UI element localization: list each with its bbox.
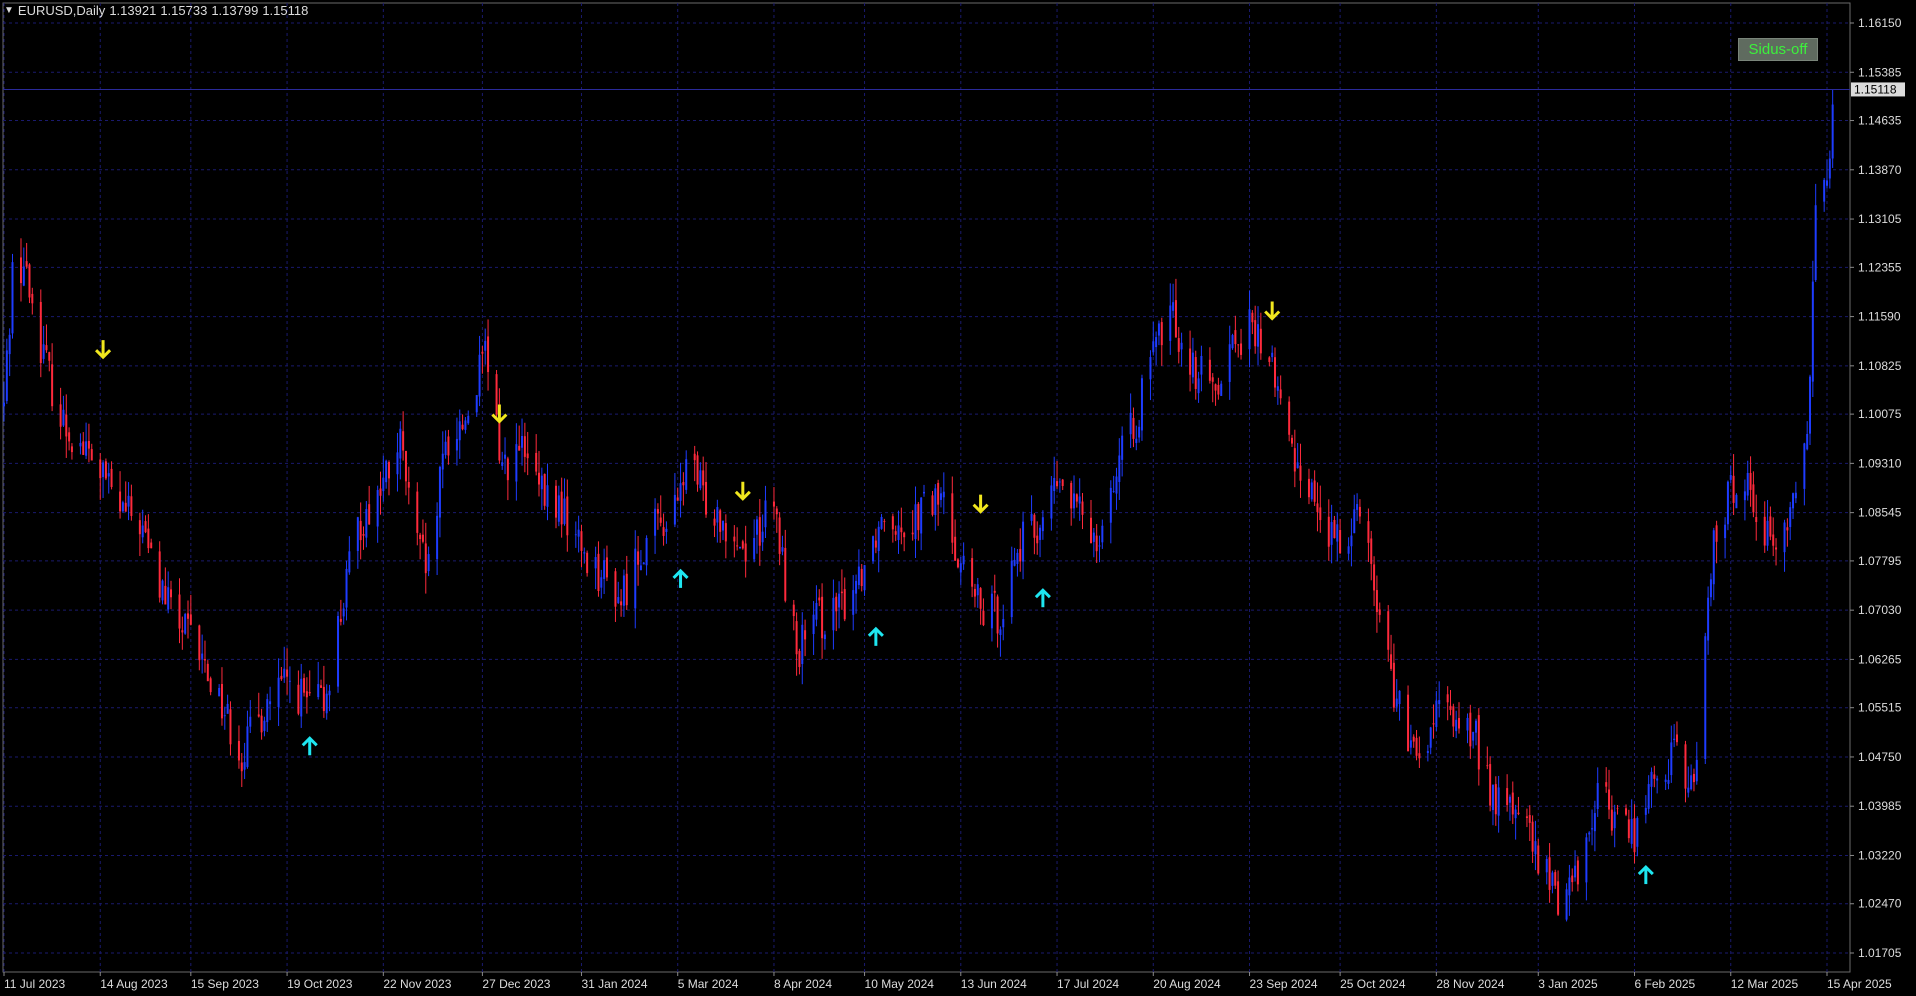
ohlc-open: 1.13921 <box>109 3 157 18</box>
x-tick-label: 23 Sep 2024 <box>1250 977 1318 991</box>
x-tick-label: 20 Aug 2024 <box>1153 977 1221 991</box>
x-tick-label: 6 Feb 2025 <box>1635 977 1696 991</box>
current-price-label: 1.15118 <box>1854 82 1897 96</box>
x-tick-label: 5 Mar 2024 <box>678 977 739 991</box>
x-tick-label: 15 Sep 2023 <box>191 977 259 991</box>
y-tick-label: 1.10075 <box>1858 407 1902 421</box>
x-tick-label: 19 Oct 2023 <box>287 977 353 991</box>
y-tick-label: 1.08545 <box>1858 506 1902 520</box>
sidus-toggle-button[interactable]: Sidus-off <box>1738 38 1818 61</box>
x-tick-label: 13 Jun 2024 <box>961 977 1027 991</box>
x-tick-label: 8 Apr 2024 <box>774 977 832 991</box>
collapse-triangle-icon[interactable]: ▼ <box>4 5 14 16</box>
chart-title-bar: ▼ EURUSD,Daily 1.13921 1.15733 1.13799 1… <box>4 3 308 18</box>
y-tick-label: 1.03220 <box>1858 848 1902 862</box>
y-tick-label: 1.12355 <box>1858 260 1902 274</box>
y-tick-label: 1.02470 <box>1858 897 1902 911</box>
ohlc-high: 1.15733 <box>160 3 208 18</box>
y-tick-label: 1.03985 <box>1858 799 1902 813</box>
y-tick-label: 1.16150 <box>1858 16 1902 30</box>
x-tick-label: 28 Nov 2024 <box>1436 977 1504 991</box>
y-tick-label: 1.11590 <box>1858 310 1901 324</box>
y-tick-label: 1.07030 <box>1858 603 1902 617</box>
ohlc-low: 1.13799 <box>211 3 259 18</box>
y-tick-label: 1.09310 <box>1858 456 1902 470</box>
y-tick-label: 1.15385 <box>1858 65 1902 79</box>
y-tick-label: 1.04750 <box>1858 750 1902 764</box>
y-tick-label: 1.10825 <box>1858 359 1902 373</box>
symbol-timeframe: EURUSD,Daily <box>17 3 106 18</box>
price-chart[interactable]: 1.16150 1.15385 1.14635 1.13870 1.13105 1.123… <box>0 0 1916 996</box>
y-tick-label: 1.14635 <box>1858 114 1902 128</box>
ohlc-close: 1.15118 <box>262 3 309 18</box>
x-tick-label: 14 Aug 2023 <box>100 977 168 991</box>
chart-window[interactable]: 1.16150 1.15385 1.14635 1.13870 1.13105 1.123… <box>0 0 1916 996</box>
x-tick-label: 25 Oct 2024 <box>1340 977 1406 991</box>
y-tick-label: 1.13870 <box>1858 163 1902 177</box>
x-tick-label: 31 Jan 2024 <box>581 977 647 991</box>
x-tick-label: 10 May 2024 <box>865 977 935 991</box>
x-tick-label: 12 Mar 2025 <box>1731 977 1799 991</box>
x-tick-label: 17 Jul 2024 <box>1057 977 1119 991</box>
x-tick-label: 11 Jul 2023 <box>4 977 65 991</box>
y-tick-label: 1.07795 <box>1858 554 1902 568</box>
y-tick-label: 1.06265 <box>1858 652 1902 666</box>
x-tick-label: 22 Nov 2023 <box>383 977 451 991</box>
y-tick-label: 1.13105 <box>1858 212 1902 226</box>
y-tick-label: 1.01705 <box>1858 946 1902 960</box>
y-tick-label: 1.05515 <box>1858 701 1902 715</box>
x-tick-label: 3 Jan 2025 <box>1538 977 1598 991</box>
x-tick-label: 15 Apr 2025 <box>1827 977 1892 991</box>
x-tick-label: 27 Dec 2023 <box>482 977 550 991</box>
